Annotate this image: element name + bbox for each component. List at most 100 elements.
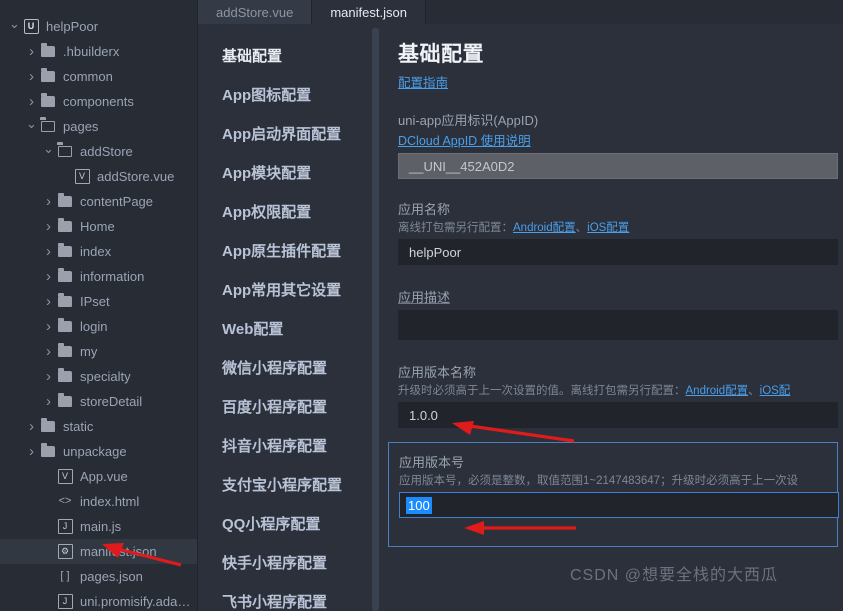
chevron-right-icon[interactable]: › [42, 394, 55, 409]
chevron-right-icon[interactable]: › [42, 219, 55, 234]
config-guide-link[interactable]: 配置指南 [398, 76, 448, 90]
version-name-hint-text: 升级时必须高于上一次设置的值。离线打包需另行配置： [398, 385, 686, 397]
tree-item[interactable]: <>index.html [0, 489, 197, 514]
tree-item-label: index.html [80, 494, 139, 509]
folder-icon [55, 271, 75, 282]
editor-tab[interactable]: manifest.json [312, 0, 426, 24]
nav-item[interactable]: App模块配置 [198, 153, 380, 192]
chevron-down-icon[interactable]: ⌄ [25, 117, 38, 130]
nav-item-label: App权限配置 [222, 201, 311, 222]
android-config-link-2[interactable]: Android配置 [686, 385, 749, 397]
tree-item-label: addStore.vue [97, 169, 174, 184]
app-name-input[interactable]: helpPoor [398, 239, 838, 265]
manifest-section-nav[interactable]: 基础配置 App图标配置 App启动界面配置 App模块配置 App权限配置 App原生插… [198, 24, 380, 611]
dcloud-appid-help-link[interactable]: DCloud AppID 使用说明 [398, 134, 531, 148]
version-name-input[interactable]: 1.0.0 [398, 402, 838, 428]
chevron-right-icon[interactable]: › [42, 269, 55, 284]
app-description-input[interactable] [398, 310, 838, 340]
chevron-right-icon[interactable]: › [42, 319, 55, 334]
chevron-right-icon[interactable]: › [42, 244, 55, 259]
tree-item[interactable]: VApp.vue [0, 464, 197, 489]
tree-item[interactable]: ›common [0, 64, 197, 89]
tree-item[interactable]: ›unpackage [0, 439, 197, 464]
tree-item[interactable]: ⌄UhelpPoor [0, 14, 197, 39]
tree-item-label: static [63, 419, 93, 434]
tree-item[interactable]: › index [0, 239, 197, 264]
nav-item-label: 抖音小程序配置 [222, 435, 327, 456]
android-config-link-1[interactable]: Android配置 [513, 222, 576, 234]
nav-item-label: App常用其它设置 [222, 279, 341, 300]
vue-file-icon: V [72, 169, 92, 184]
nav-item[interactable]: App权限配置 [198, 192, 380, 231]
nav-item[interactable]: 抖音小程序配置 [198, 426, 380, 465]
tab-strip-filler [426, 0, 843, 24]
chevron-down-icon[interactable]: ⌄ [8, 17, 21, 30]
field-version-name: 应用版本名称 升级时必须高于上一次设置的值。离线打包需另行配置：Android配… [398, 362, 843, 428]
csdn-watermark: CSDN @想要全栈的大西瓜 [570, 561, 778, 585]
tree-item[interactable]: ›information [0, 264, 197, 289]
tree-item[interactable]: ›.hbuilderx [0, 39, 197, 64]
tree-item[interactable]: ›components [0, 89, 197, 114]
chevron-right-icon[interactable]: › [42, 294, 55, 309]
nav-item-label: 飞书小程序配置 [222, 591, 327, 611]
tree-item[interactable]: Jmain.js [0, 514, 197, 539]
tree-item[interactable]: ›storeDetail [0, 389, 197, 414]
nav-item[interactable]: App常用其它设置 [198, 270, 380, 309]
ios-config-link-2[interactable]: iOS配 [760, 385, 791, 397]
tree-item[interactable]: ⚙manifest.json [0, 539, 197, 564]
tree-item[interactable]: ›login [0, 314, 197, 339]
chevron-right-icon[interactable]: › [25, 44, 38, 59]
tree-item[interactable]: Juni.promisify.adapt... [0, 589, 197, 611]
tree-item[interactable]: ⌄pages [0, 114, 197, 139]
nav-item[interactable]: App原生插件配置 [198, 231, 380, 270]
tree-item[interactable]: [ ]pages.json [0, 564, 197, 589]
chevron-right-icon[interactable]: › [42, 369, 55, 384]
tree-item[interactable]: › my [0, 339, 197, 364]
nav-item[interactable]: 基础配置 [198, 36, 380, 75]
project-explorer[interactable]: ⌄UhelpPoor›.hbuilderx›common›components⌄… [0, 0, 198, 611]
tree-item[interactable]: › static [0, 414, 197, 439]
chevron-right-icon[interactable]: › [42, 194, 55, 209]
nav-item[interactable]: 飞书小程序配置 [198, 582, 380, 611]
nav-item[interactable]: App图标配置 [198, 75, 380, 114]
editor-tab-label: addStore.vue [216, 5, 293, 20]
chevron-right-icon[interactable]: › [42, 344, 55, 359]
version-code-input[interactable]: 100 [399, 492, 839, 518]
tree-item-label: my [80, 344, 97, 359]
tree-item[interactable]: ›contentPage [0, 189, 197, 214]
chevron-right-icon[interactable]: › [25, 69, 38, 84]
folder-icon [38, 421, 58, 432]
tree-item-label: addStore [80, 144, 133, 159]
chevron-right-icon[interactable]: › [25, 94, 38, 109]
chevron-right-icon[interactable]: › [25, 444, 38, 459]
editor-tab[interactable]: addStore.vue [198, 0, 312, 24]
section-nav-scrollbar[interactable] [372, 28, 379, 611]
tree-item[interactable]: ›Home [0, 214, 197, 239]
ios-config-link-1[interactable]: iOS配置 [587, 222, 629, 234]
chevron-right-icon[interactable]: › [25, 419, 38, 434]
field-app-name: 应用名称 离线打包需另行配置：Android配置、iOS配置 helpPoor [398, 199, 843, 265]
nav-item[interactable]: 百度小程序配置 [198, 387, 380, 426]
nav-item[interactable]: 微信小程序配置 [198, 348, 380, 387]
version-code-label: 应用版本号 [399, 452, 837, 471]
editor-tab-strip[interactable]: addStore.vue manifest.json [198, 0, 843, 24]
tree-item[interactable]: VaddStore.vue [0, 164, 197, 189]
field-appid: uni-app应用标识(AppID) DCloud AppID 使用说明 __U… [398, 110, 843, 179]
nav-item[interactable]: Web配置 [198, 309, 380, 348]
nav-item[interactable]: App启动界面配置 [198, 114, 380, 153]
app-name-label: 应用名称 [398, 199, 843, 218]
nav-item[interactable]: 快手小程序配置 [198, 543, 380, 582]
appid-input[interactable]: __UNI__452A0D2 [398, 153, 838, 179]
nav-item-label: App图标配置 [222, 84, 311, 105]
folder-open-icon [38, 121, 58, 132]
nav-item-label: App启动界面配置 [222, 123, 341, 144]
folder-icon [55, 196, 75, 207]
nav-item[interactable]: QQ小程序配置 [198, 504, 380, 543]
file-tree[interactable]: ⌄UhelpPoor›.hbuilderx›common›components⌄… [0, 14, 197, 611]
tree-item-label: index [80, 244, 111, 259]
tree-item[interactable]: ›IPset [0, 289, 197, 314]
tree-item[interactable]: ⌄ addStore [0, 139, 197, 164]
tree-item[interactable]: ›specialty [0, 364, 197, 389]
nav-item[interactable]: 支付宝小程序配置 [198, 465, 380, 504]
chevron-down-icon[interactable]: ⌄ [42, 142, 55, 155]
